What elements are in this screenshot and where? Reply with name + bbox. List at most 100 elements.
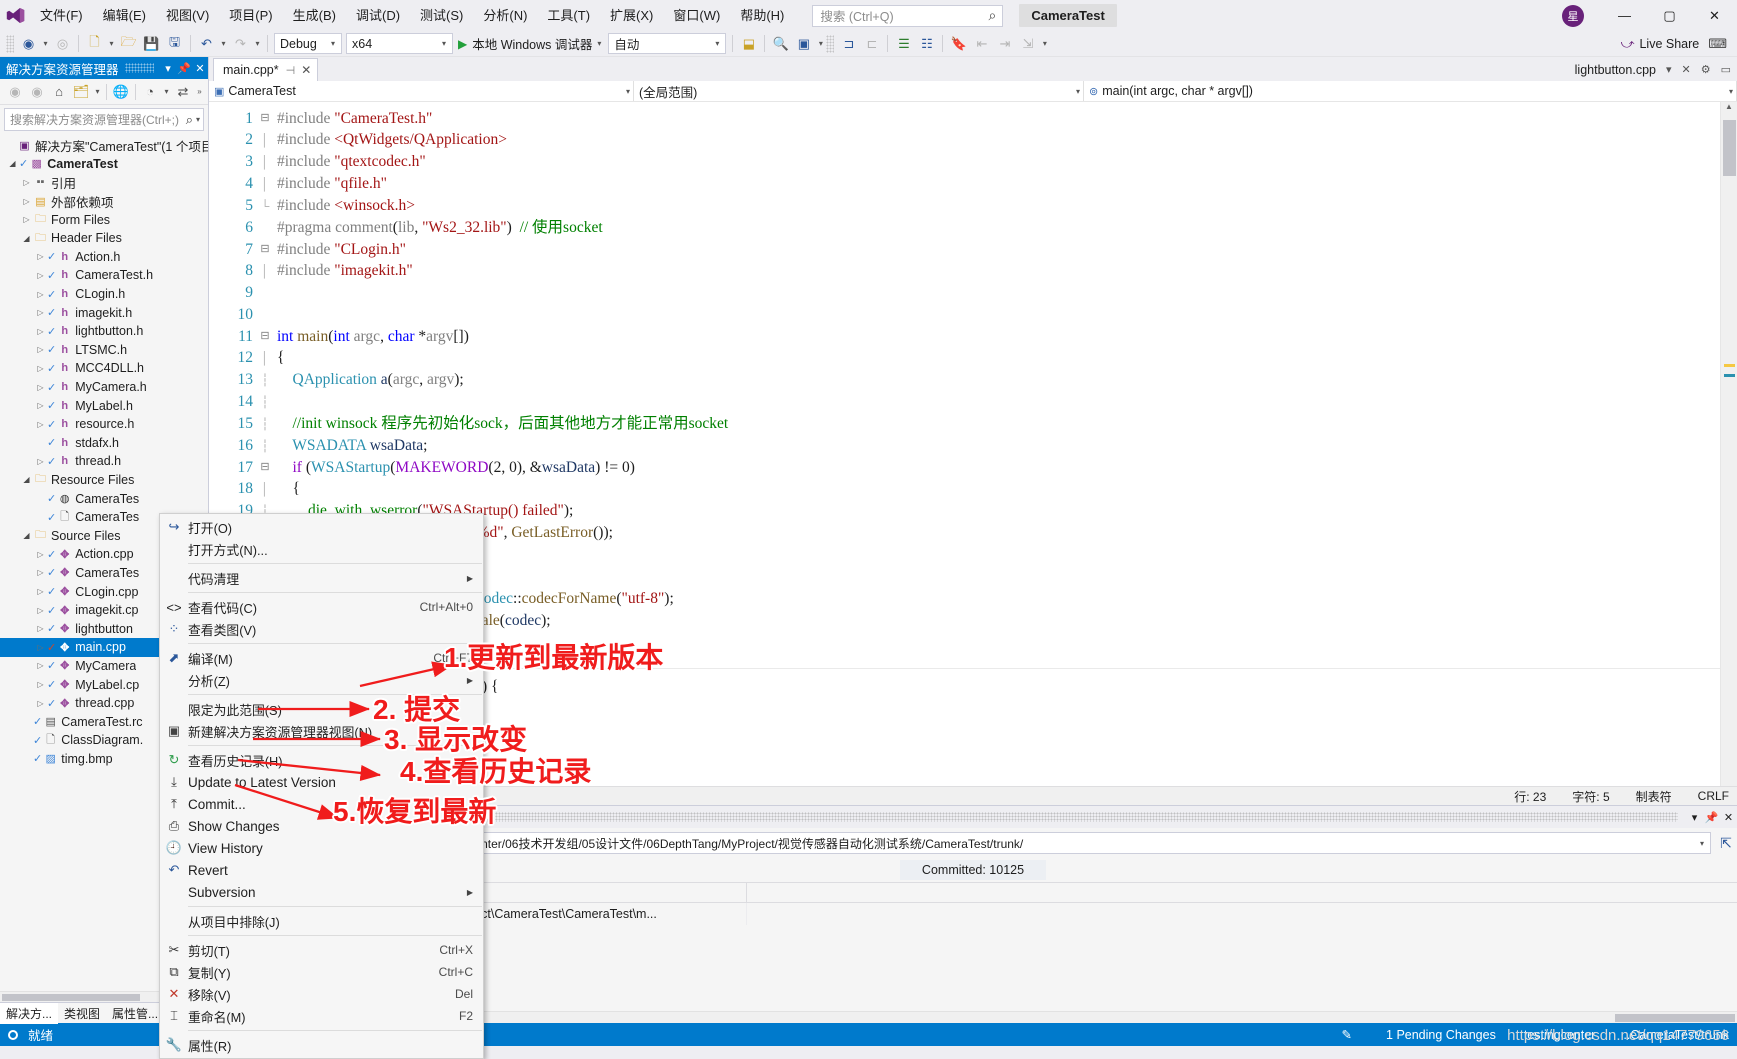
expander-icon[interactable]: ◢ xyxy=(20,234,33,243)
toolbar-grip-2[interactable] xyxy=(826,35,834,53)
expander-icon[interactable]: ▷ xyxy=(34,643,47,652)
expander-icon[interactable]: ▷ xyxy=(34,568,47,577)
expander-icon[interactable]: ▷ xyxy=(34,252,47,261)
increase-indent-icon[interactable]: ☰ xyxy=(892,33,915,55)
save-all-icon[interactable]: 🖫 xyxy=(163,33,186,55)
tree-row-cameratest-h[interactable]: ▷✓hCameraTest.h xyxy=(0,266,208,285)
editor-vscrollbar[interactable]: ▲ xyxy=(1720,102,1737,786)
menu-build[interactable]: 生成(B) xyxy=(283,3,346,29)
tree-row-form-files[interactable]: ▷🗀Form Files xyxy=(0,210,208,229)
close-icon[interactable]: ✕ xyxy=(1720,811,1737,824)
bookmark-overflow-icon[interactable]: ▾ xyxy=(1039,39,1050,48)
live-share-button[interactable]: ⤻ Live Share xyxy=(1621,36,1709,52)
expander-icon[interactable]: ◢ xyxy=(20,531,33,540)
expander-icon[interactable]: ▷ xyxy=(34,364,47,373)
menu-item-剪切-t-[interactable]: ✂剪切(T)Ctrl+X xyxy=(160,939,483,961)
menu-analyze[interactable]: 分析(N) xyxy=(473,3,537,29)
tree-row-action-h[interactable]: ▷✓hAction.h xyxy=(0,248,208,267)
close-document-icon[interactable]: ✕ xyxy=(1682,63,1691,76)
decrease-indent-icon[interactable]: ☷ xyxy=(915,33,938,55)
redo-icon[interactable]: ↷ xyxy=(229,33,252,55)
attach-process-icon[interactable]: ⬓ xyxy=(737,33,760,55)
expander-icon[interactable]: ▷ xyxy=(34,661,47,670)
expander-icon[interactable]: ▷ xyxy=(34,401,47,410)
expander-icon[interactable]: ▷ xyxy=(20,215,33,224)
menu-project[interactable]: 项目(P) xyxy=(219,3,282,29)
pending-changes-filter-icon[interactable]: 🗂 xyxy=(70,81,92,103)
comment-selection-icon[interactable]: ⊐ xyxy=(837,33,860,55)
navigate-forward-icon[interactable]: ◎ xyxy=(51,33,74,55)
expander-icon[interactable]: ◢ xyxy=(20,475,33,484)
tab-list-icon[interactable]: ▾ xyxy=(1666,63,1672,76)
menu-help[interactable]: 帮助(H) xyxy=(730,3,794,29)
expander-icon[interactable]: ▷ xyxy=(34,345,47,354)
overflow-icon[interactable]: » xyxy=(194,87,205,96)
send-feedback-icon[interactable]: ⌨ xyxy=(1708,36,1737,52)
tab-main-cpp[interactable]: main.cpp* ⊣ ✕ xyxy=(213,58,318,81)
tree-row-mcc4dll-h[interactable]: ▷✓hMCC4DLL.h xyxy=(0,359,208,378)
minimize-button[interactable]: — xyxy=(1602,0,1647,31)
menu-item-打开方式-n-[interactable]: 打开方式(N)... xyxy=(160,538,483,560)
menu-edit[interactable]: 编辑(E) xyxy=(93,3,156,29)
menu-file[interactable]: 文件(F) xyxy=(30,3,93,29)
inactive-document-label[interactable]: lightbutton.cpp xyxy=(1575,63,1656,77)
menu-item-revert[interactable]: ↶Revert xyxy=(160,859,483,881)
menu-item-从项目中排除-j-[interactable]: 从项目中排除(J) xyxy=(160,910,483,932)
nav-scope-combo[interactable]: (全局范围) ▾ xyxy=(634,81,1084,101)
menu-item-subversion[interactable]: Subversion▶ xyxy=(160,881,483,903)
next-bookmark-icon[interactable]: ⇥ xyxy=(993,33,1016,55)
maximize-button[interactable]: ▢ xyxy=(1647,0,1692,31)
menu-item-代码清理[interactable]: 代码清理▶ xyxy=(160,567,483,589)
menu-item-打开-o-[interactable]: ↪打开(O) xyxy=(160,516,483,538)
menu-item-view-history[interactable]: 🕘View History xyxy=(160,837,483,859)
expander-icon[interactable]: ▷ xyxy=(34,699,47,708)
panel-menu-icon[interactable]: ▾ xyxy=(160,62,176,75)
scroll-thumb[interactable] xyxy=(1723,120,1736,176)
menu-debug[interactable]: 调试(D) xyxy=(346,3,410,29)
home-icon[interactable]: ⌂ xyxy=(48,81,70,103)
tab-class-view[interactable]: 类视图 xyxy=(58,1003,106,1024)
expander-icon[interactable]: ▷ xyxy=(34,327,47,336)
prev-bookmark-icon[interactable]: ⇤ xyxy=(970,33,993,55)
expander-icon[interactable]: ◢ xyxy=(6,159,19,168)
tree-row-stdafx-h[interactable]: ✓hstdafx.h xyxy=(0,434,208,453)
undo-icon[interactable]: ↶ xyxy=(195,33,218,55)
expander-icon[interactable]: ▷ xyxy=(34,457,47,466)
expander-icon[interactable]: ▷ xyxy=(34,550,47,559)
menu-extensions[interactable]: 扩展(X) xyxy=(600,3,663,29)
platform-combo[interactable]: x64 ▾ xyxy=(346,33,453,54)
toolbar-grip[interactable] xyxy=(6,35,14,53)
filter-dropdown-icon[interactable]: ▾ xyxy=(92,87,103,96)
expander-icon[interactable]: ▷ xyxy=(34,271,47,280)
tree-row-lightbutton-h[interactable]: ▷✓hlightbutton.h xyxy=(0,322,208,341)
expander-icon[interactable]: ▷ xyxy=(20,197,33,206)
tree-row--[interactable]: ▷▪▪引用 xyxy=(0,173,208,192)
tree-row-resource-h[interactable]: ▷✓hresource.h xyxy=(0,415,208,434)
save-icon[interactable]: 💾 xyxy=(140,33,163,55)
tree-row-mycamera-h[interactable]: ▷✓hMyCamera.h xyxy=(0,378,208,397)
new-dropdown-icon[interactable]: ▾ xyxy=(106,39,117,48)
find-in-files-icon[interactable]: 🔍 xyxy=(769,33,792,55)
tab-solution-explorer[interactable]: 解决方... xyxy=(0,1002,58,1024)
tree-row-clogin-h[interactable]: ▷✓hCLogin.h xyxy=(0,285,208,304)
scroll-thumb[interactable] xyxy=(1615,1014,1735,1022)
close-icon[interactable]: ✕ xyxy=(301,63,311,77)
account-avatar[interactable]: 星 xyxy=(1562,5,1584,27)
tab-property-manager[interactable]: 属性管... xyxy=(106,1003,164,1024)
expander-icon[interactable]: ▷ xyxy=(34,290,47,299)
menu-item-查看代码-c-[interactable]: <>查看代码(C)Ctrl+Alt+0 xyxy=(160,596,483,618)
open-file-icon[interactable]: 🗁 xyxy=(117,33,140,55)
tree-row-resource-files[interactable]: ◢🗀Resource Files xyxy=(0,471,208,490)
svn-browse-icon[interactable]: ⇱ xyxy=(1715,831,1737,855)
tree-row-camerates[interactable]: ✓◍CameraTes xyxy=(0,489,208,508)
solution-explorer-search[interactable]: 搜索解决方案资源管理器(Ctrl+;) ⌕ ▾ xyxy=(4,108,204,131)
tree-row--[interactable]: ▷▤外部依赖项 xyxy=(0,192,208,211)
quick-launch-search[interactable]: 搜索 (Ctrl+Q) ⌕ xyxy=(812,5,1003,27)
pin-icon[interactable]: 📌 xyxy=(176,62,192,75)
back-icon[interactable]: ◉ xyxy=(4,81,26,103)
toggle-bookmark-icon[interactable]: 🔖 xyxy=(947,33,970,55)
menu-item-查看类图-v-[interactable]: ⁘查看类图(V) xyxy=(160,618,483,640)
tree-row-header-files[interactable]: ◢🗀Header Files xyxy=(0,229,208,248)
menu-test[interactable]: 测试(S) xyxy=(410,3,473,29)
expander-icon[interactable]: ▷ xyxy=(34,624,47,633)
